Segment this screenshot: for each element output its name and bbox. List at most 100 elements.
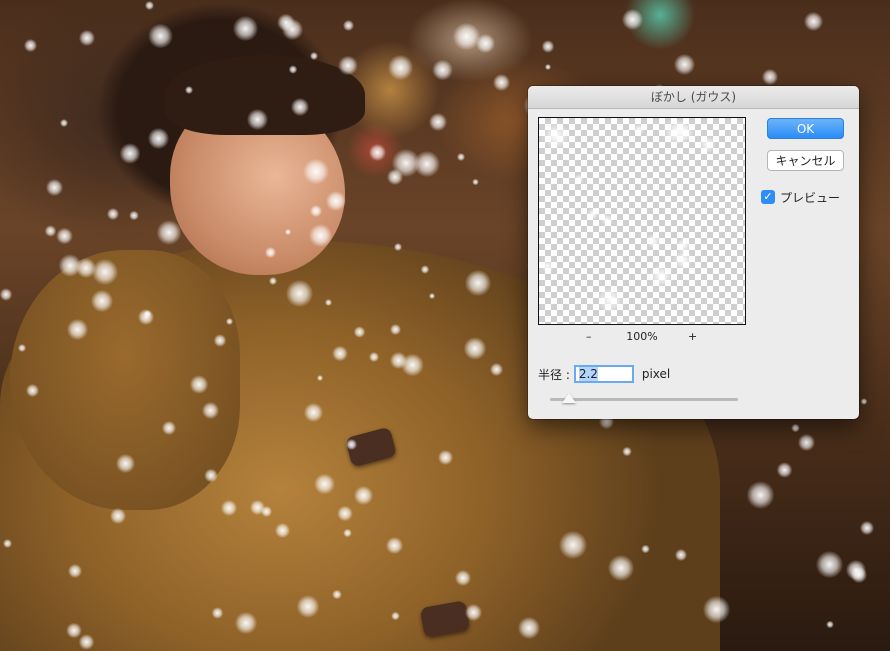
snowflake bbox=[129, 210, 139, 220]
preview-snowflake bbox=[698, 135, 716, 153]
snowflake bbox=[472, 178, 480, 186]
snowflake bbox=[274, 522, 290, 538]
cancel-button[interactable]: キャンセル bbox=[767, 150, 844, 171]
preview-snowflake bbox=[649, 264, 674, 289]
snowflake bbox=[541, 40, 555, 54]
snowflake bbox=[702, 595, 731, 623]
snowflake bbox=[420, 265, 430, 274]
snowflake bbox=[386, 168, 403, 185]
snowflake bbox=[60, 119, 68, 128]
snowflake bbox=[324, 298, 332, 306]
snowflake bbox=[393, 243, 402, 252]
snowflake bbox=[761, 68, 778, 85]
snowflake bbox=[815, 550, 843, 578]
preview-checkbox-row[interactable]: ✓ プレビュー bbox=[761, 189, 840, 205]
snowflake bbox=[92, 259, 119, 285]
zoom-in-button[interactable]: + bbox=[688, 330, 697, 343]
radius-row: 半径 : 2.2 pixel bbox=[538, 363, 670, 385]
snowflake bbox=[353, 326, 366, 338]
snowflake bbox=[90, 290, 113, 313]
snowflake bbox=[464, 337, 487, 360]
snowflake bbox=[247, 109, 268, 130]
snowflake bbox=[454, 570, 471, 587]
radius-input[interactable]: 2.2 bbox=[573, 365, 634, 383]
snowflake bbox=[316, 374, 323, 382]
filter-preview[interactable] bbox=[538, 117, 746, 325]
snowflake bbox=[202, 401, 220, 419]
snowflake bbox=[517, 617, 540, 640]
snowflake bbox=[457, 152, 466, 161]
snowflake bbox=[107, 208, 119, 220]
preview-snowflake bbox=[541, 122, 570, 151]
snowflake bbox=[338, 55, 358, 76]
radius-slider-track[interactable] bbox=[550, 398, 738, 401]
snowflake bbox=[326, 191, 346, 212]
snowflake bbox=[144, 0, 154, 10]
snowflake bbox=[369, 143, 386, 161]
gaussian-blur-dialog: ぼかし (ガウス) 100% – + OK キャンセル ✓ プレビュー 半径 :… bbox=[528, 86, 859, 419]
snowflake bbox=[386, 536, 404, 554]
snowflake bbox=[607, 555, 634, 582]
preview-snowflake bbox=[587, 208, 600, 221]
snowflake bbox=[297, 595, 320, 618]
snowflake bbox=[156, 220, 182, 245]
snowflake bbox=[67, 319, 88, 340]
snowflake bbox=[797, 433, 815, 451]
snowflake bbox=[119, 143, 141, 164]
snowflake bbox=[437, 449, 454, 465]
snowflake bbox=[303, 158, 329, 185]
preview-snowflake bbox=[646, 234, 661, 249]
snowflake bbox=[67, 563, 82, 578]
preview-snowflake bbox=[633, 123, 645, 136]
preview-snowflake bbox=[672, 120, 695, 143]
snowflake bbox=[390, 611, 400, 621]
snowflake bbox=[475, 33, 495, 54]
radius-label: 半径 : bbox=[538, 367, 570, 382]
snowflake bbox=[353, 485, 373, 505]
snowflake bbox=[346, 438, 358, 450]
zoom-level: 100% bbox=[626, 330, 658, 343]
snowflake bbox=[428, 112, 448, 132]
snowflake bbox=[493, 73, 511, 91]
snowflake bbox=[826, 620, 834, 628]
snowflake bbox=[203, 468, 218, 483]
preview-label: プレビュー bbox=[780, 190, 841, 205]
snowflake bbox=[260, 505, 272, 518]
snowflake bbox=[861, 398, 868, 405]
snowflake bbox=[268, 276, 277, 285]
snowflake bbox=[290, 98, 309, 117]
snowflake bbox=[18, 343, 27, 352]
snowflake bbox=[332, 590, 342, 600]
snowflake bbox=[389, 351, 407, 369]
snowflake bbox=[388, 55, 414, 81]
snowflake bbox=[331, 345, 348, 362]
dialog-title[interactable]: ぼかし (ガウス) bbox=[528, 86, 859, 109]
snowflake bbox=[288, 65, 298, 74]
snowflake bbox=[776, 461, 793, 478]
snowflake bbox=[213, 334, 227, 347]
snowflake bbox=[148, 23, 173, 49]
snowflake bbox=[137, 309, 154, 326]
snowflake bbox=[673, 53, 696, 75]
snowflake bbox=[337, 506, 353, 522]
zoom-controls: 100% – + bbox=[538, 330, 746, 346]
radius-unit: pixel bbox=[641, 367, 671, 381]
zoom-out-button[interactable]: – bbox=[586, 330, 592, 343]
snowflake bbox=[860, 521, 874, 535]
snowflake bbox=[44, 225, 57, 237]
snowflake bbox=[432, 59, 453, 81]
radius-value: 2.2 bbox=[578, 367, 598, 381]
snowflake bbox=[545, 63, 552, 70]
radius-slider-thumb[interactable] bbox=[561, 393, 576, 403]
snowflake bbox=[622, 446, 632, 456]
snowflake bbox=[0, 288, 13, 301]
snowflake bbox=[746, 480, 775, 509]
preview-snowflake bbox=[573, 173, 585, 185]
snowflake bbox=[622, 8, 644, 30]
snowflake bbox=[414, 151, 440, 177]
snowflake bbox=[185, 85, 194, 94]
snowflake bbox=[558, 530, 587, 559]
preview-checkbox[interactable]: ✓ bbox=[761, 190, 775, 204]
ok-button[interactable]: OK bbox=[767, 118, 844, 139]
snowflake bbox=[66, 622, 83, 639]
